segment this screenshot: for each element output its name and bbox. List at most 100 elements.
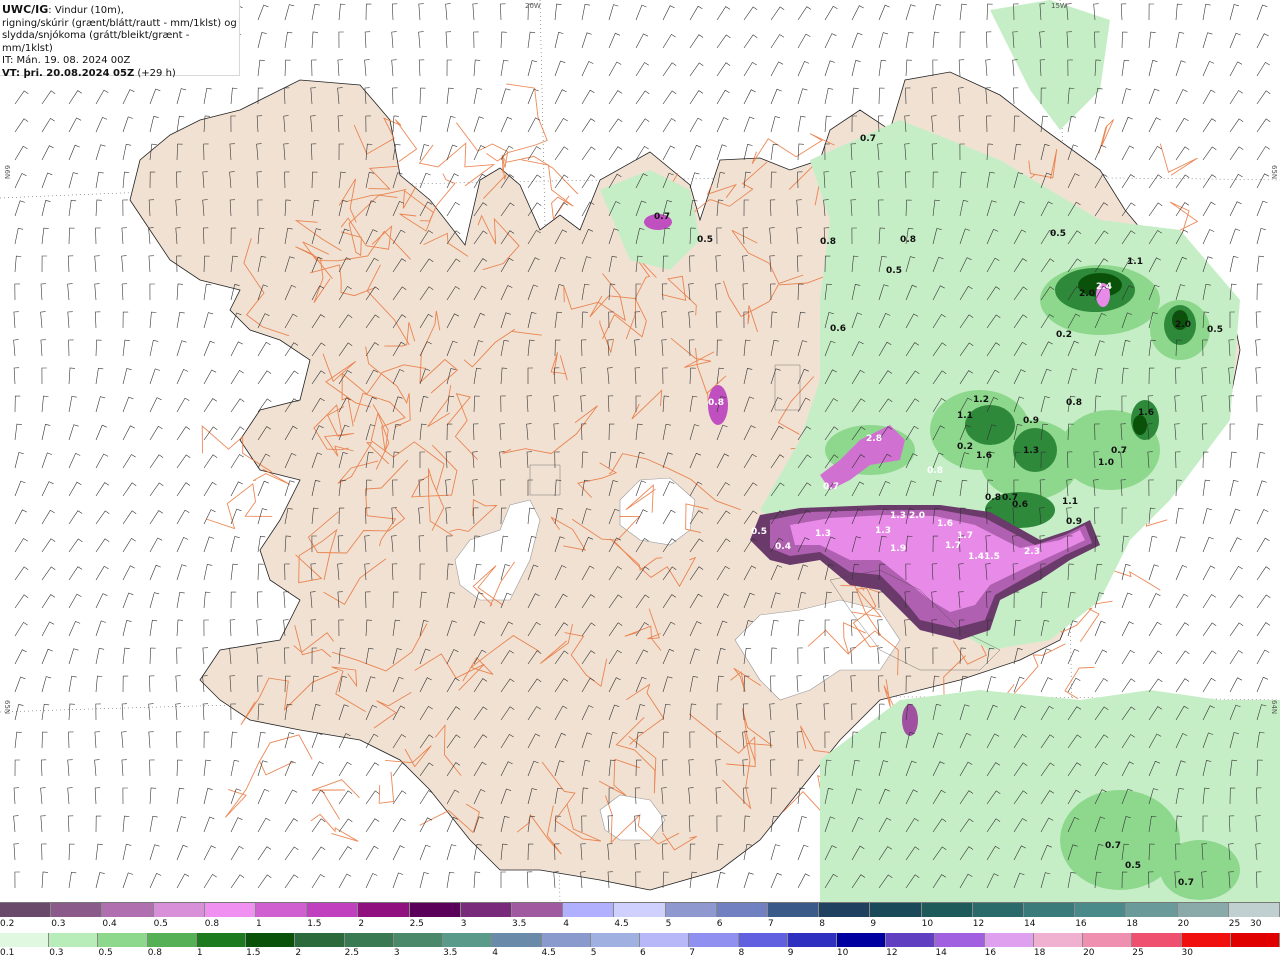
legend-swatch bbox=[295, 933, 345, 947]
legend-swatch bbox=[836, 933, 887, 947]
legend-tick-label: 4 bbox=[563, 919, 569, 929]
grid-label-20w: 20W bbox=[525, 2, 541, 10]
legend-tick-label: 3 bbox=[393, 948, 400, 958]
legend-tick-label: 0.1 bbox=[0, 948, 15, 958]
legend-swatch bbox=[935, 933, 985, 947]
legend-rain-colorbar bbox=[0, 933, 1280, 947]
legend-swatch bbox=[870, 903, 922, 917]
legend-swatch bbox=[153, 903, 205, 917]
legend-swatch bbox=[1024, 903, 1076, 917]
legend-tick-label: 20 bbox=[1083, 948, 1095, 958]
grid-label-66n: 66N bbox=[3, 165, 11, 180]
legend-tick-label: 0.8 bbox=[147, 948, 163, 958]
precip-value-label: 0.7 bbox=[1178, 878, 1194, 888]
grid-label-64n-right: 64N bbox=[1270, 700, 1278, 715]
precip-value-label: 0.6 bbox=[1012, 500, 1028, 510]
legend-swatch bbox=[738, 933, 788, 947]
grid-label-65n: 65N bbox=[3, 700, 11, 715]
legend-swatch bbox=[358, 903, 410, 917]
header-forecast-hour: (+29 h) bbox=[134, 67, 176, 79]
precip-value-label: 0.8 bbox=[708, 398, 724, 408]
legend-tick-label: 18 bbox=[1126, 919, 1138, 929]
legend-swatch bbox=[886, 933, 936, 947]
precip-value-label: 2.0 bbox=[1175, 320, 1191, 330]
precip-value-label: 1.3 bbox=[815, 529, 831, 539]
legend-rain-ticks: 0.1 0.3 0.5 0.8 1 1.5 2 2.5 3 3.5 4 4.5 5 6 7 8 9 10 12 14 1… bbox=[0, 948, 1280, 960]
precip-value-label: 0.9 bbox=[1023, 416, 1039, 426]
legend-tick-label: 8 bbox=[738, 948, 745, 958]
legend-swatch bbox=[787, 933, 837, 947]
legend-tick-label: 12 bbox=[972, 919, 985, 929]
legend-swatch bbox=[246, 933, 296, 947]
legend-snow-colorbar bbox=[0, 903, 1280, 917]
legend-tick-label: 1.5 bbox=[307, 919, 322, 929]
legend-swatch bbox=[689, 933, 739, 947]
precip-value-label: 2.4 bbox=[1096, 282, 1112, 292]
legend-swatch bbox=[0, 903, 52, 917]
grid-label-65n-right: 65N bbox=[1270, 165, 1278, 180]
legend-tick-label: 25 bbox=[1228, 919, 1241, 929]
precip-value-label: 0.5 bbox=[697, 235, 713, 245]
legend-tick-label: 0.2 bbox=[0, 919, 15, 929]
precip-value-label: 1.9 bbox=[890, 544, 906, 554]
precip-value-label: 1.7 bbox=[957, 531, 973, 541]
legend-swatch bbox=[984, 933, 1034, 947]
legend-tick-label: 6 bbox=[640, 948, 646, 958]
legend-tick-label: 4 bbox=[492, 948, 499, 958]
legend-tick-label: 2.5 bbox=[409, 919, 424, 929]
legend-swatch bbox=[640, 933, 690, 947]
legend-swatch bbox=[512, 903, 564, 917]
legend-swatch bbox=[196, 933, 247, 947]
header-line3: slydda/snjókoma (grátt/bleikt/grænt - mm… bbox=[2, 30, 190, 54]
legend-tick-label: 10 bbox=[836, 948, 849, 958]
legend-swatch bbox=[972, 903, 1025, 917]
legend-swatch bbox=[716, 903, 769, 917]
map-header: UWC/IG: Vindur (10m), rigning/skúrir (gr… bbox=[0, 0, 240, 79]
precip-value-label: 0.5 bbox=[1207, 325, 1223, 335]
legend-tick-label: 0.8 bbox=[204, 919, 220, 929]
header-title: UWC/IG bbox=[2, 3, 49, 16]
precip-value-label: 1.1 bbox=[1062, 497, 1078, 507]
precip-value-label: 0.8 bbox=[900, 235, 916, 245]
precip-value-label: 1.3 bbox=[875, 526, 891, 536]
legend-tick-label: 14 bbox=[935, 948, 947, 958]
legend-swatch bbox=[921, 903, 973, 917]
legend-swatch bbox=[256, 903, 308, 917]
precip-value-label: 1.7 bbox=[945, 541, 961, 551]
legend-tick-label: 14 bbox=[1024, 919, 1036, 929]
legend-tick-label: 16 bbox=[1075, 919, 1087, 929]
precip-value-label: 0.4 bbox=[775, 542, 791, 552]
legend-tick-label: 4.5 bbox=[614, 919, 629, 929]
legend-tick-label: 5 bbox=[590, 948, 597, 958]
legend-snow-ticks: 0.2 0.3 0.4 0.5 0.8 1 1.5 2 2.5 3 3.5 4 4.5 5 6 7 8 9 10 12… bbox=[0, 919, 1280, 931]
legend-tick-label: 7 bbox=[768, 919, 774, 929]
legend-tick-label: 3 bbox=[460, 919, 467, 929]
precip-value-label: 1.0 bbox=[1098, 458, 1114, 468]
precip-value-label: 0.5 bbox=[1125, 861, 1141, 871]
legend-swatch bbox=[563, 903, 615, 917]
precip-value-label: 1.41.5 bbox=[968, 552, 1000, 562]
precip-value-label: 0.5 bbox=[751, 527, 767, 537]
precip-value-label: 2.0 bbox=[1079, 289, 1095, 299]
legend-tick-label: 1.5 bbox=[246, 948, 261, 958]
precip-value-label: 2.0 bbox=[909, 511, 925, 521]
legend-swatch bbox=[443, 933, 493, 947]
legend-swatch bbox=[98, 933, 148, 947]
legend-swatch bbox=[147, 933, 197, 947]
legend-tick-label: 2 bbox=[295, 948, 302, 958]
legend-tick-label: 3.5 bbox=[443, 948, 458, 958]
header-init-time: IT: Mán. 19. 08. 2024 00Z bbox=[2, 55, 131, 66]
legend-tick-label: 1 bbox=[256, 919, 262, 929]
legend-swatch bbox=[1132, 933, 1182, 947]
precip-value-label: 1.6 bbox=[937, 519, 953, 529]
precip-value-label: 0.8 bbox=[820, 237, 836, 247]
precip-value-label: 0.9 bbox=[1066, 517, 1082, 527]
legend-swatch bbox=[393, 933, 444, 947]
precip-value-label: 0.7 bbox=[860, 134, 876, 144]
legend-swatch bbox=[1075, 903, 1127, 917]
precip-value-label: 2.8 bbox=[866, 434, 882, 444]
legend-swatch bbox=[1230, 933, 1280, 947]
legend-tick-label: 0.3 bbox=[51, 919, 66, 929]
precip-value-label: 0.7 bbox=[1105, 841, 1121, 851]
legend-tick-label: 8 bbox=[819, 919, 825, 929]
